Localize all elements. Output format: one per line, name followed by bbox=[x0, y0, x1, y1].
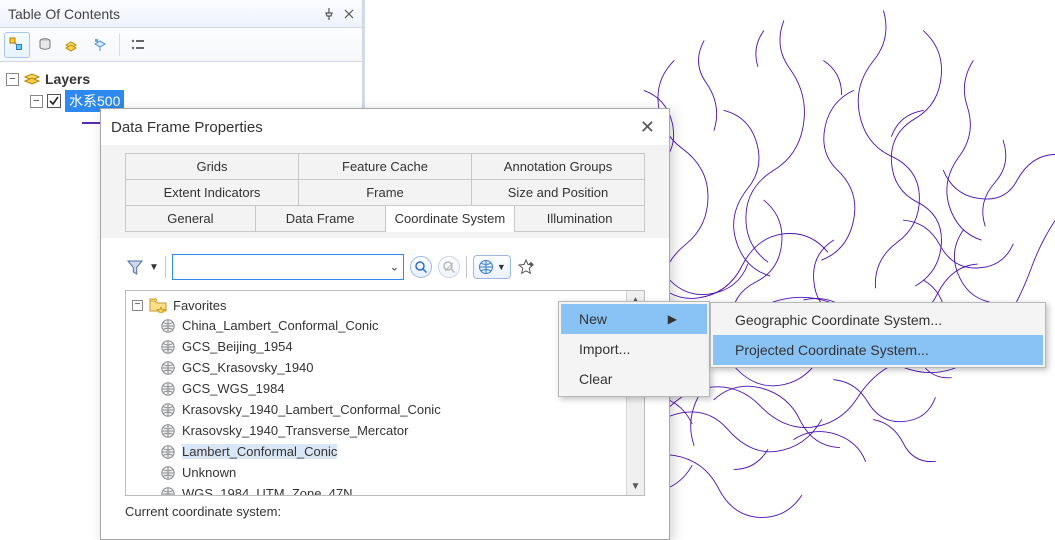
search-button[interactable] bbox=[410, 256, 432, 278]
cs-item-label: Krasovsky_1940_Transverse_Mercator bbox=[182, 423, 408, 438]
list-by-source-button[interactable] bbox=[32, 32, 58, 58]
globe-icon bbox=[160, 486, 176, 497]
globe-icon bbox=[160, 360, 176, 376]
menu-item-import[interactable]: Import... bbox=[561, 334, 707, 364]
collapse-toggle[interactable]: − bbox=[6, 73, 19, 86]
cs-item-label: GCS_Beijing_1954 bbox=[182, 339, 293, 354]
filter-icon[interactable] bbox=[125, 257, 145, 277]
globe-icon bbox=[160, 339, 176, 355]
cs-item[interactable]: Krasovsky_1940_Transverse_Mercator bbox=[132, 420, 638, 441]
tab-size-and-position[interactable]: Size and Position bbox=[471, 179, 645, 206]
globe-icon bbox=[160, 444, 176, 460]
menu-item-label: Geographic Coordinate System... bbox=[735, 312, 942, 328]
menu-item-projected-cs[interactable]: Projected Coordinate System... bbox=[713, 335, 1043, 365]
cs-item[interactable]: Krasovsky_1940_Lambert_Conformal_Conic bbox=[132, 399, 638, 420]
cs-item-label: Krasovsky_1940_Lambert_Conformal_Conic bbox=[182, 402, 441, 417]
filter-menu-caret[interactable]: ▼ bbox=[149, 262, 159, 273]
clear-search-button[interactable] bbox=[438, 256, 460, 278]
cs-item[interactable]: WGS_1984_UTM_Zone_47N bbox=[132, 483, 638, 496]
favorites-collapse-toggle[interactable]: − bbox=[132, 300, 143, 311]
dialog-titlebar[interactable]: Data Frame Properties ✕ bbox=[101, 109, 669, 145]
toc-header: Table Of Contents bbox=[0, 0, 362, 28]
layer-collapse-toggle[interactable]: − bbox=[30, 95, 43, 108]
dialog-close-icon[interactable]: ✕ bbox=[636, 113, 659, 142]
scroll-down-button[interactable]: ▼ bbox=[627, 477, 644, 495]
favorite-icon[interactable] bbox=[517, 258, 535, 276]
tab-feature-cache[interactable]: Feature Cache bbox=[298, 153, 472, 180]
favorites-label[interactable]: Favorites bbox=[173, 298, 226, 313]
cs-item[interactable]: Lambert_Conformal_Conic bbox=[132, 441, 638, 462]
close-icon[interactable] bbox=[342, 7, 356, 21]
cs-item-label: China_Lambert_Conformal_Conic bbox=[182, 318, 379, 333]
tab-frame[interactable]: Frame bbox=[298, 179, 472, 206]
globe-icon bbox=[160, 423, 176, 439]
toc-title: Table Of Contents bbox=[8, 6, 120, 22]
cs-search-combo[interactable]: ⌄ bbox=[172, 254, 404, 280]
pin-icon[interactable] bbox=[322, 7, 336, 21]
cs-search-input[interactable] bbox=[179, 257, 381, 277]
list-by-drawing-order-button[interactable] bbox=[4, 32, 30, 58]
globe-icon bbox=[160, 465, 176, 481]
menu-item-geographic-cs[interactable]: Geographic Coordinate System... bbox=[713, 305, 1043, 335]
layer-visibility-checkbox[interactable] bbox=[47, 94, 61, 108]
cs-item[interactable]: Unknown bbox=[132, 462, 638, 483]
tab-illumination[interactable]: Illumination bbox=[514, 205, 645, 232]
add-cs-dropdown[interactable]: ▼ bbox=[473, 255, 511, 279]
menu-item-label: Projected Coordinate System... bbox=[735, 342, 929, 358]
dialog-title: Data Frame Properties bbox=[111, 119, 263, 136]
favorites-folder-icon bbox=[149, 297, 167, 313]
toc-toolbar bbox=[0, 28, 362, 62]
menu-item-label: New bbox=[579, 311, 607, 327]
separator bbox=[165, 256, 166, 278]
menu-item-new[interactable]: New ▶ bbox=[561, 304, 707, 334]
cs-item-label: Unknown bbox=[182, 465, 236, 480]
menu-item-label: Import... bbox=[579, 341, 630, 357]
layers-root-label[interactable]: Layers bbox=[45, 71, 90, 87]
tab-general[interactable]: General bbox=[125, 205, 256, 232]
globe-icon bbox=[160, 318, 176, 334]
current-cs-label: Current coordinate system: bbox=[125, 504, 645, 519]
globe-icon bbox=[160, 381, 176, 397]
cs-item-label: GCS_Krasovsky_1940 bbox=[182, 360, 314, 375]
tab-grids[interactable]: Grids bbox=[125, 153, 299, 180]
tab-annotation-groups[interactable]: Annotation Groups bbox=[471, 153, 645, 180]
list-by-selection-button[interactable] bbox=[88, 32, 114, 58]
dialog-tabs: Grids Feature Cache Annotation Groups Ex… bbox=[101, 145, 669, 238]
cs-item-label: Lambert_Conformal_Conic bbox=[182, 444, 337, 459]
add-cs-context-menu: New ▶ Import... Clear bbox=[558, 301, 710, 397]
tab-data-frame[interactable]: Data Frame bbox=[255, 205, 386, 232]
submenu-arrow-icon: ▶ bbox=[668, 312, 677, 326]
layers-icon bbox=[23, 70, 41, 88]
tab-coordinate-system[interactable]: Coordinate System bbox=[385, 205, 516, 232]
new-cs-submenu: Geographic Coordinate System... Projecte… bbox=[710, 302, 1046, 368]
cs-item-label: GCS_WGS_1984 bbox=[182, 381, 285, 396]
tab-extent-indicators[interactable]: Extent Indicators bbox=[125, 179, 299, 206]
cs-item-label: WGS_1984_UTM_Zone_47N bbox=[182, 486, 353, 496]
separator bbox=[466, 256, 467, 278]
combo-caret-icon[interactable]: ⌄ bbox=[390, 261, 399, 274]
options-button[interactable] bbox=[125, 32, 151, 58]
list-by-visibility-button[interactable] bbox=[60, 32, 86, 58]
menu-item-label: Clear bbox=[579, 371, 612, 387]
toolbar-separator bbox=[119, 34, 120, 56]
menu-item-clear[interactable]: Clear bbox=[561, 364, 707, 394]
globe-icon bbox=[160, 402, 176, 418]
